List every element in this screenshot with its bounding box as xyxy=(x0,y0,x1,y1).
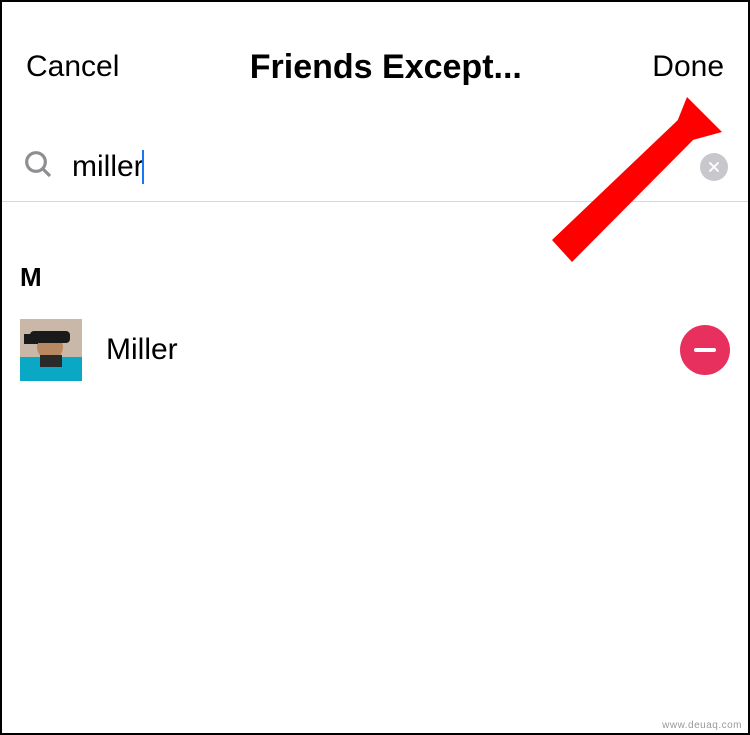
remove-friend-button[interactable] xyxy=(680,325,730,375)
search-input[interactable]: miller xyxy=(72,150,692,184)
text-cursor xyxy=(142,150,144,184)
search-bar[interactable]: miller xyxy=(2,132,748,202)
done-button[interactable]: Done xyxy=(652,50,724,84)
minus-icon xyxy=(694,348,716,352)
watermark: www.deuaq.com xyxy=(662,720,742,731)
clear-search-button[interactable] xyxy=(700,153,728,181)
friend-name: Miller xyxy=(106,333,680,367)
modal-title: Friends Except... xyxy=(119,48,652,87)
search-icon xyxy=(22,148,72,185)
search-value: miller xyxy=(72,150,144,184)
section-letter: M xyxy=(2,262,748,313)
list-item[interactable]: Miller xyxy=(2,313,748,387)
friends-list: M Miller xyxy=(2,202,748,387)
modal-header: Cancel Friends Except... Done xyxy=(2,2,748,132)
cancel-button[interactable]: Cancel xyxy=(26,50,119,84)
avatar xyxy=(20,319,82,381)
